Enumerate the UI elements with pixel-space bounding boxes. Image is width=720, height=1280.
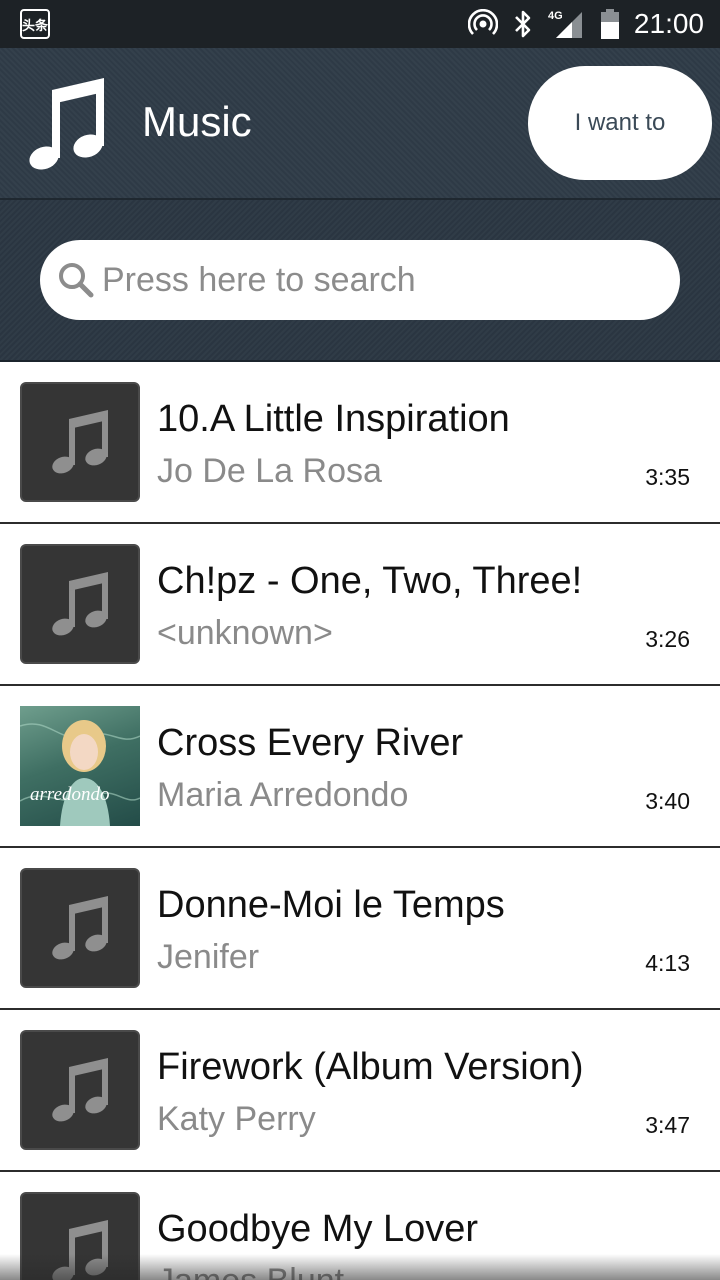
music-note-icon: [52, 896, 108, 960]
search-area: Press here to search: [0, 200, 720, 362]
placeholder-album-art: [20, 382, 140, 502]
i-want-to-button[interactable]: I want to: [528, 66, 712, 180]
network-label: 4G: [548, 10, 563, 22]
album-cover-text: arredondo: [30, 784, 110, 805]
song-title: Firework (Album Version): [157, 1046, 584, 1088]
app-badge-label: 头条: [22, 17, 49, 33]
song-duration: 3:35: [645, 464, 690, 490]
music-note-icon: [52, 410, 108, 474]
song-title: Ch!pz - One, Two, Three!: [157, 560, 583, 602]
placeholder-album-art: [20, 544, 140, 664]
song-title: Goodbye My Lover: [157, 1208, 479, 1250]
music-note-icon: [52, 1220, 108, 1280]
status-bar: 头条 4G 21:00: [0, 0, 720, 48]
search-placeholder: Press here to search: [102, 260, 416, 299]
song-artist: Jo De La Rosa: [157, 452, 382, 490]
song-list: 10.A Little Inspiration Jo De La Rosa 3:…: [0, 362, 720, 1280]
album-cover-artwork: arredondo: [20, 720, 140, 826]
song-artist: Jenifer: [157, 938, 260, 976]
search-input[interactable]: Press here to search: [40, 240, 680, 320]
music-note-icon: [52, 572, 108, 636]
search-icon: [56, 260, 96, 300]
signal-icon: 4G: [548, 8, 586, 40]
hotspot-icon: [467, 9, 498, 39]
music-note-icon: [52, 1058, 108, 1122]
song-row[interactable]: Goodbye My Lover James Blunt: [0, 1172, 720, 1280]
music-note-icon: [26, 74, 106, 174]
album-cover: arredondo: [20, 706, 140, 826]
placeholder-album-art: [20, 1030, 140, 1150]
song-row[interactable]: Firework (Album Version) Katy Perry 3:47: [0, 1010, 720, 1172]
song-artist: Katy Perry: [157, 1100, 316, 1138]
song-duration: 3:40: [645, 788, 690, 814]
status-icons: 4G 21:00: [454, 0, 704, 48]
song-title: Cross Every River: [157, 722, 464, 764]
song-duration: 3:26: [645, 626, 690, 652]
song-artist: <unknown>: [157, 614, 333, 652]
song-title: 10.A Little Inspiration: [157, 398, 510, 440]
placeholder-album-art: [20, 1192, 140, 1280]
song-artist: James Blunt: [157, 1262, 344, 1280]
song-row[interactable]: Ch!pz - One, Two, Three! <unknown> 3:26: [0, 524, 720, 686]
song-row[interactable]: arredondo Cross Every River Maria Arredo…: [0, 686, 720, 848]
app-header: Music I want to: [0, 48, 720, 200]
battery-icon: [600, 8, 620, 40]
song-duration: 4:13: [645, 950, 690, 976]
placeholder-album-art: [20, 868, 140, 988]
song-row[interactable]: Donne-Moi le Temps Jenifer 4:13: [0, 848, 720, 1010]
app-title: Music: [142, 98, 252, 145]
toutiao-app-icon: 头条: [20, 9, 50, 39]
song-artist: Maria Arredondo: [157, 776, 409, 814]
song-row[interactable]: 10.A Little Inspiration Jo De La Rosa 3:…: [0, 362, 720, 524]
bluetooth-icon: [512, 9, 534, 39]
song-title: Donne-Moi le Temps: [157, 884, 505, 926]
song-duration: 3:47: [645, 1112, 690, 1138]
music-app-screen: 头条 4G 21:00 Music I want to Press here t…: [0, 0, 720, 1280]
status-time: 21:00: [633, 8, 704, 39]
